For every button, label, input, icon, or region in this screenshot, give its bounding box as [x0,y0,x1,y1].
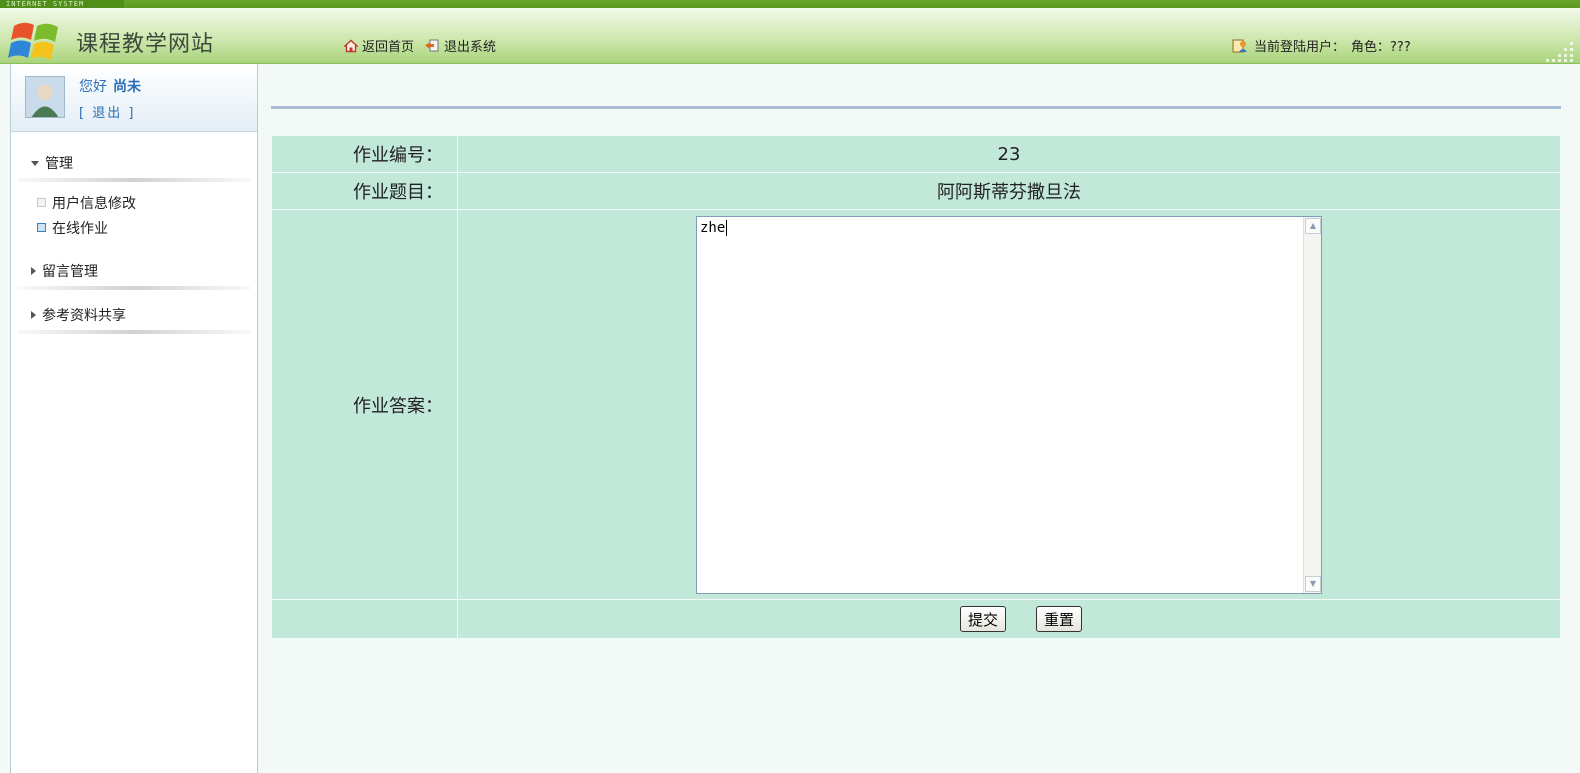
homework-answer-label: 作业答案： [271,209,458,600]
answer-cell: zhe ▲ ▼ [457,209,1561,600]
menu-section-label: 参考资料共享 [42,308,126,324]
decorative-dots [1546,42,1573,62]
menu-section-manage[interactable]: 管理 [11,150,257,182]
homework-id-value: 23 [457,135,1561,173]
homework-title-value: 阿阿斯蒂芬撒旦法 [457,172,1561,210]
home-link[interactable]: 返回首页 [344,36,414,55]
text-caret [726,219,728,236]
homework-id-label: 作业编号： [271,135,458,173]
scroll-down-icon[interactable]: ▼ [1305,575,1321,592]
caret-down-icon [31,160,39,166]
home-link-label: 返回首页 [362,40,415,55]
bullet-icon [37,223,46,232]
exit-link-label: 退出系统 [444,40,497,55]
user-icon [1232,39,1247,52]
site-title: 课程教学网站 [76,32,215,57]
buttons-cell: 提交 重置 [457,599,1561,639]
button-group: 提交 重置 [458,606,1560,632]
textarea-scrollbar[interactable]: ▲ ▼ [1303,216,1321,593]
avatar [25,76,65,118]
menu-section-resources[interactable]: 参考资料共享 [11,302,257,334]
menu-section-label: 留言管理 [42,264,98,280]
answer-text: zhe [700,219,726,236]
user-info: 当前登陆用户： 角色：??? [1232,36,1411,55]
greeting-text: 您好 [79,79,107,95]
scroll-up-icon[interactable]: ▲ [1305,217,1321,234]
sidebar-item-online-homework[interactable]: 在线作业 [37,215,257,240]
menu-section-messages[interactable]: 留言管理 [11,258,257,290]
form-row-answer: 作业答案： zhe ▲ ▼ [271,209,1561,600]
caret-right-icon [31,311,36,319]
bullet-icon [37,198,46,207]
sidebar-logout-link[interactable]: [ 退出 ] [79,102,135,121]
main-content: 作业编号： 23 作业题目： 阿阿斯蒂芬撒旦法 作业答案： zhe ▲ ▼ 提交… [258,64,1580,773]
divider [271,106,1561,109]
empty-label-cell [271,599,458,639]
answer-textarea[interactable]: zhe ▲ ▼ [696,215,1322,594]
home-icon [344,39,358,52]
reset-button[interactable]: 重置 [1036,606,1082,632]
system-tag: INTERNET SYSTEM [0,0,124,8]
sidebar-item-label: 在线作业 [52,220,108,237]
submit-button[interactable]: 提交 [960,606,1006,632]
header: 课程教学网站 返回首页 退出系统 当前登陆用户： 角色：??? [0,8,1580,64]
current-user-label: 当前登陆用户： [1254,40,1346,55]
answer-textarea-value: zhe [700,219,728,236]
caret-right-icon [31,267,36,275]
exit-link[interactable]: 退出系统 [424,36,496,55]
manage-submenu: 用户信息修改 在线作业 [11,190,257,240]
homework-form: 作业编号： 23 作业题目： 阿阿斯蒂芬撒旦法 作业答案： zhe ▲ ▼ 提交… [271,135,1561,639]
form-row-title: 作业题目： 阿阿斯蒂芬撒旦法 [271,172,1561,210]
greeting: 您好 尚未 [79,76,141,96]
form-row-buttons: 提交 重置 [271,599,1561,639]
sidebar-item-label: 用户信息修改 [52,195,136,212]
top-band: INTERNET SYSTEM [0,0,1580,8]
top-nav: 返回首页 退出系统 [344,36,496,55]
username: 尚未 [113,79,141,95]
sidebar: 您好 尚未 [ 退出 ] 管理 用户信息修改 在线作业 留言管理 参考资料共享 [10,64,258,773]
user-box: 您好 尚未 [ 退出 ] [11,64,257,132]
exit-icon [425,39,439,51]
sidebar-item-user-info[interactable]: 用户信息修改 [37,190,257,215]
role-label: 角色：??? [1351,40,1411,55]
homework-title-label: 作业题目： [271,172,458,210]
form-row-id: 作业编号： 23 [271,135,1561,173]
menu-section-label: 管理 [45,156,73,172]
windows-logo-icon [8,22,58,60]
